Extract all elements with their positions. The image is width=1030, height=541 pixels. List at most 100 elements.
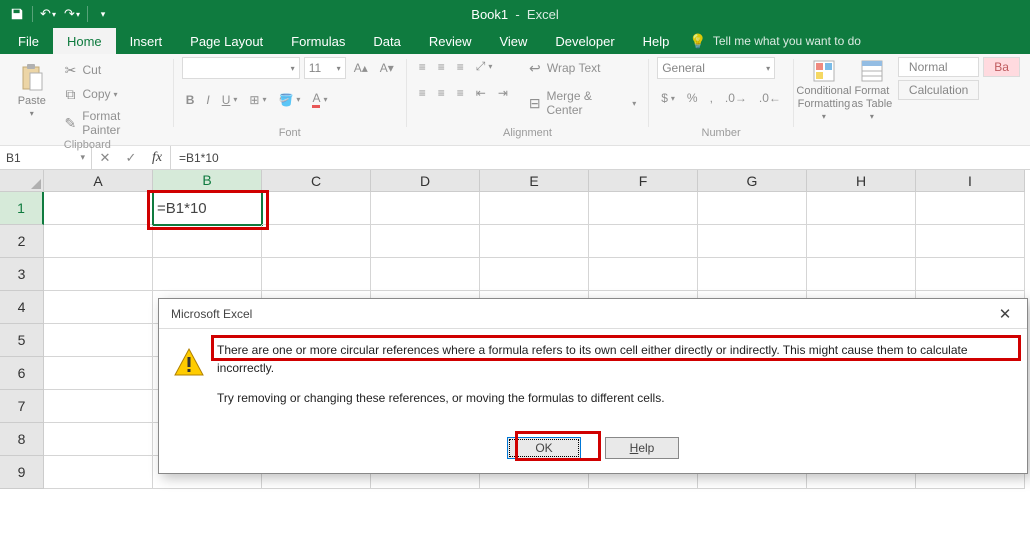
row-header-1[interactable]: 1 [0, 192, 44, 225]
cell[interactable] [44, 291, 153, 324]
cell[interactable] [44, 456, 153, 489]
row-header-9[interactable]: 9 [0, 456, 44, 489]
underline-button[interactable]: U▾ [218, 91, 242, 109]
align-top-icon[interactable]: ≡ [415, 58, 430, 76]
col-header-b[interactable]: B [153, 170, 262, 192]
cell[interactable] [807, 258, 916, 291]
format-painter-button[interactable]: ✎Format Painter [58, 107, 165, 139]
decrease-font-icon[interactable]: A▾ [376, 59, 398, 77]
cell-b1[interactable]: =B1*10 [153, 192, 262, 225]
cell[interactable] [153, 225, 262, 258]
help-button[interactable]: Help [605, 437, 679, 459]
chevron-down-icon[interactable]: ▾ [80, 152, 85, 163]
border-button[interactable]: ⊞▾ [245, 91, 270, 109]
cell[interactable] [589, 258, 698, 291]
tab-help[interactable]: Help [629, 28, 684, 54]
col-header-e[interactable]: E [480, 170, 589, 192]
cell-h1[interactable] [807, 192, 916, 225]
align-right-icon[interactable]: ≡ [453, 84, 468, 102]
cancel-formula-icon[interactable]: ✕ [92, 150, 118, 166]
align-left-icon[interactable]: ≡ [415, 84, 430, 102]
comma-icon[interactable]: , [706, 89, 717, 107]
cut-button[interactable]: ✂Cut [58, 59, 165, 81]
cell[interactable] [480, 258, 589, 291]
formula-input[interactable]: =B1*10 [171, 146, 1030, 169]
close-icon[interactable]: ✕ [991, 303, 1019, 325]
tab-view[interactable]: View [485, 28, 541, 54]
tab-file[interactable]: File [4, 28, 53, 54]
qat-customize-icon[interactable]: ▾ [92, 3, 114, 25]
cell[interactable] [153, 258, 262, 291]
tab-home[interactable]: Home [53, 28, 116, 54]
redo-icon[interactable]: ↷▾ [61, 3, 83, 25]
cell-g1[interactable] [698, 192, 807, 225]
cell[interactable] [44, 423, 153, 456]
col-header-d[interactable]: D [371, 170, 480, 192]
cell-e1[interactable] [480, 192, 589, 225]
align-bottom-icon[interactable]: ≡ [453, 58, 468, 76]
insert-function-icon[interactable]: fx [144, 150, 170, 166]
col-header-f[interactable]: F [589, 170, 698, 192]
bold-button[interactable]: B [182, 91, 199, 109]
col-header-i[interactable]: I [916, 170, 1025, 192]
italic-button[interactable]: I [202, 91, 213, 109]
font-size-combo[interactable]: 11▾ [304, 57, 346, 79]
enter-formula-icon[interactable]: ✓ [118, 150, 144, 166]
copy-button[interactable]: ⧉Copy ▾ [58, 83, 165, 105]
percent-icon[interactable]: % [683, 89, 702, 107]
style-bad[interactable]: Ba [983, 57, 1020, 77]
row-header-7[interactable]: 7 [0, 390, 44, 423]
tab-page-layout[interactable]: Page Layout [176, 28, 277, 54]
col-header-h[interactable]: H [807, 170, 916, 192]
tab-data[interactable]: Data [359, 28, 414, 54]
cell-c1[interactable] [262, 192, 371, 225]
align-center-icon[interactable]: ≡ [434, 84, 449, 102]
tab-formulas[interactable]: Formulas [277, 28, 359, 54]
cell-d1[interactable] [371, 192, 480, 225]
col-header-g[interactable]: G [698, 170, 807, 192]
select-all-corner[interactable] [0, 170, 44, 192]
number-format-combo[interactable]: General▾ [657, 57, 775, 79]
cell[interactable] [262, 258, 371, 291]
col-header-a[interactable]: A [44, 170, 153, 192]
row-header-6[interactable]: 6 [0, 357, 44, 390]
row-header-8[interactable]: 8 [0, 423, 44, 456]
decrease-indent-icon[interactable]: ⇤ [472, 84, 490, 102]
row-header-5[interactable]: 5 [0, 324, 44, 357]
merge-center-button[interactable]: ⊟Merge & Center ▾ [522, 87, 640, 119]
save-icon[interactable] [6, 3, 28, 25]
align-middle-icon[interactable]: ≡ [434, 58, 449, 76]
tell-me-search[interactable]: 💡 Tell me what you want to do [689, 28, 861, 54]
style-normal[interactable]: Normal [898, 57, 979, 77]
row-header-3[interactable]: 3 [0, 258, 44, 291]
cell-f1[interactable] [589, 192, 698, 225]
cell[interactable] [698, 258, 807, 291]
conditional-formatting-button[interactable]: Conditional Formatting▾ [802, 57, 846, 123]
increase-font-icon[interactable]: A▴ [350, 59, 372, 77]
cell-a1[interactable] [44, 192, 153, 225]
cell[interactable] [262, 225, 371, 258]
undo-icon[interactable]: ↶▾ [37, 3, 59, 25]
cell[interactable] [44, 390, 153, 423]
row-header-2[interactable]: 2 [0, 225, 44, 258]
cell[interactable] [371, 225, 480, 258]
tab-insert[interactable]: Insert [116, 28, 177, 54]
cell[interactable] [916, 258, 1025, 291]
tab-developer[interactable]: Developer [541, 28, 628, 54]
cell[interactable] [807, 225, 916, 258]
row-header-4[interactable]: 4 [0, 291, 44, 324]
wrap-text-button[interactable]: ↩Wrap Text [522, 57, 640, 79]
increase-indent-icon[interactable]: ⇥ [494, 84, 512, 102]
tab-review[interactable]: Review [415, 28, 486, 54]
ok-button[interactable]: OK [507, 437, 581, 459]
cell[interactable] [371, 258, 480, 291]
cell-i1[interactable] [916, 192, 1025, 225]
cell[interactable] [44, 324, 153, 357]
cell[interactable] [44, 258, 153, 291]
cell[interactable] [698, 225, 807, 258]
orientation-icon[interactable]: ⤢▾ [472, 57, 497, 76]
cell[interactable] [44, 225, 153, 258]
decrease-decimal-icon[interactable]: .0← [755, 89, 785, 107]
currency-icon[interactable]: $▾ [657, 89, 679, 107]
font-color-button[interactable]: A▾ [308, 89, 331, 110]
